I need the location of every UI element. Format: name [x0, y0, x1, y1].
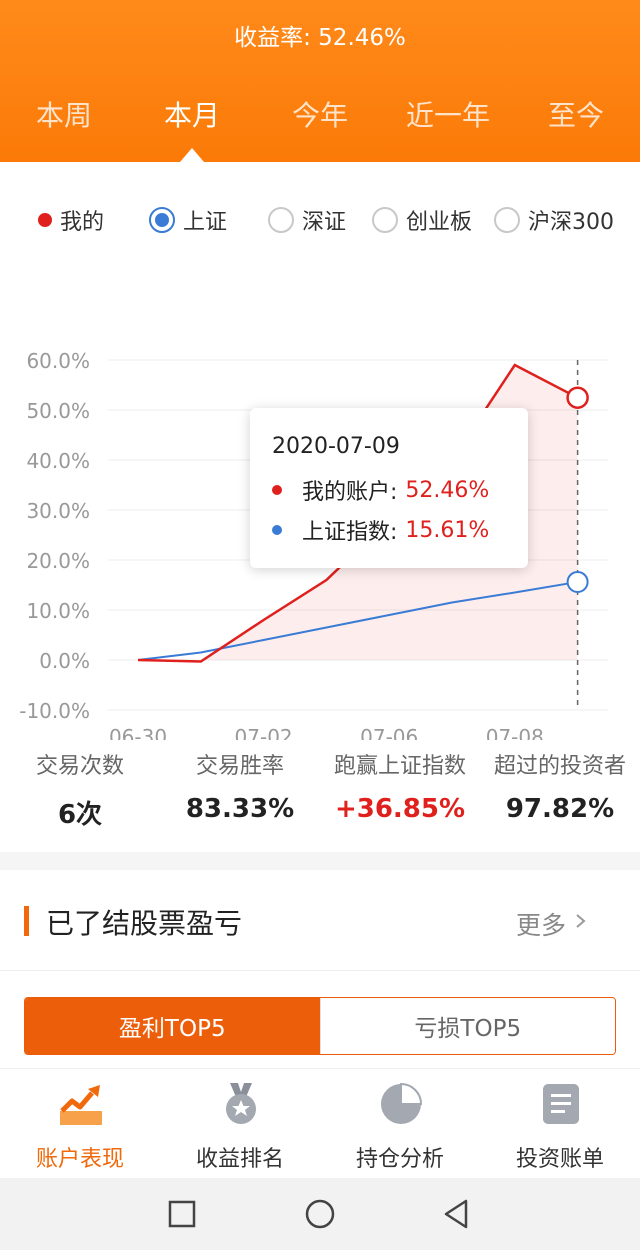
tooltip-date: 2020-07-09 — [272, 434, 400, 459]
legend-shenzhen[interactable]: 深证 — [268, 202, 346, 238]
document-icon — [543, 1084, 579, 1124]
chevron-right-icon — [576, 914, 586, 928]
tooltip-index-label: 上证指数: — [302, 520, 398, 545]
stat-beat-index: 跑赢上证指数 +36.85% — [320, 748, 480, 824]
return-rate: 收益率: 52.46% — [0, 18, 640, 52]
active-tab-indicator — [180, 148, 204, 162]
tooltip-mine-row: 我的账户: 52.46% — [272, 474, 489, 506]
stat-label: 超过的投资者 — [493, 754, 626, 779]
legend-mine[interactable]: 我的 — [38, 202, 104, 238]
stat-label: 交易胜率 — [195, 754, 284, 779]
return-rate-label: 收益率: — [234, 25, 311, 51]
x-tick-label: 07-06 — [360, 725, 418, 740]
index-point-marker — [566, 570, 589, 593]
stat-trade-count: 交易次数 6次 — [0, 748, 160, 831]
medal-icon — [226, 1083, 256, 1124]
x-tick-label: 07-08 — [486, 725, 544, 740]
stat-label: 交易次数 — [35, 754, 124, 779]
legend-chinext-label: 创业板 — [406, 210, 473, 235]
x-tick-label: 06-30 — [109, 725, 167, 740]
nav-label: 收益排名 — [195, 1147, 284, 1172]
radio-checked-icon — [149, 207, 175, 233]
y-tick-label: 60.0% — [26, 349, 90, 373]
legend-csi300-label: 沪深300 — [528, 210, 614, 235]
x-tick-label: 07-02 — [235, 725, 293, 740]
stat-value: 6次 — [57, 800, 103, 830]
y-tick-label: 50.0% — [26, 399, 90, 423]
stat-value: +36.85% — [334, 794, 466, 824]
closed-positions-card: 已了结股票盈亏 更多 盈利TOP5 亏损TOP5 — [0, 870, 640, 1070]
mine-point-marker — [566, 386, 589, 409]
blue-dot-icon — [272, 525, 282, 535]
tab-loss-top5[interactable]: 亏损TOP5 — [319, 998, 615, 1054]
nav-label: 投资账单 — [515, 1147, 604, 1172]
chart-legend: 我的 上证 深证 创业板 沪深300 — [0, 202, 640, 238]
tab-this-month[interactable]: 本月 — [128, 94, 256, 134]
tooltip-index-row: 上证指数: 15.61% — [272, 514, 489, 546]
legend-csi300[interactable]: 沪深300 — [494, 202, 614, 238]
tab-this-year[interactable]: 今年 — [256, 94, 384, 134]
nav-investment-bill[interactable]: 投资账单 — [480, 1069, 640, 1179]
y-tick-label: 0.0% — [39, 649, 90, 673]
stat-value: 97.82% — [505, 794, 615, 824]
chart-card: 我的 上证 深证 创业板 沪深300 60.0% 50.0% 40.0% 30.0% 2… — [0, 162, 640, 852]
divider — [0, 970, 640, 971]
profit-loss-toggle: 盈利TOP5 亏损TOP5 — [24, 997, 616, 1055]
nav-account-performance[interactable]: 账户表现 — [0, 1069, 160, 1179]
stat-label: 跑赢上证指数 — [333, 754, 466, 779]
chart-tooltip: 2020-07-09 我的账户: 52.46% 上证指数: 15.61% — [250, 408, 528, 568]
section-accent-bar — [24, 906, 29, 936]
return-rate-value: 52.46% — [318, 25, 406, 51]
y-tick-label: 40.0% — [26, 449, 90, 473]
legend-shenzhen-label: 深证 — [302, 210, 347, 235]
stat-beat-investors: 超过的投资者 97.82% — [480, 748, 640, 824]
system-nav-bar — [0, 1178, 640, 1250]
more-label: 更多 — [515, 911, 566, 940]
legend-mine-label: 我的 — [60, 210, 105, 235]
tab-profit-top5[interactable]: 盈利TOP5 — [25, 998, 320, 1054]
pie-chart-icon — [381, 1082, 423, 1124]
header: 收益率: 52.46% 本周 本月 今年 近一年 至今 — [0, 0, 640, 162]
red-dot-icon — [38, 213, 52, 227]
y-tick-label: -10.0% — [19, 699, 90, 723]
stat-value: 83.33% — [185, 794, 295, 824]
stats-row: 交易次数 6次 交易胜率 83.33% 跑赢上证指数 +36.85% 超过的投资… — [0, 748, 640, 831]
back-icon[interactable] — [438, 1196, 474, 1232]
legend-shanghai-label: 上证 — [183, 210, 228, 235]
bottom-nav: 账户表现 收益排名 持仓分析 投资账单 — [0, 1068, 640, 1178]
home-icon[interactable] — [302, 1196, 338, 1232]
nav-label: 账户表现 — [35, 1147, 124, 1172]
tab-this-week[interactable]: 本周 — [0, 94, 128, 134]
recent-apps-icon[interactable] — [164, 1196, 200, 1232]
tooltip-mine-label: 我的账户: — [302, 480, 398, 505]
radio-icon — [494, 207, 520, 233]
y-tick-label: 10.0% — [26, 599, 90, 623]
nav-position-analysis[interactable]: 持仓分析 — [320, 1069, 480, 1179]
tooltip-index-value: 15.61% — [405, 517, 490, 543]
period-tabs: 本周 本月 今年 近一年 至今 — [0, 94, 640, 134]
red-dot-icon — [272, 485, 282, 495]
nav-return-ranking[interactable]: 收益排名 — [160, 1069, 320, 1179]
radio-icon — [268, 207, 294, 233]
tooltip-mine-value: 52.46% — [405, 477, 490, 503]
stat-win-rate: 交易胜率 83.33% — [160, 748, 320, 824]
radio-icon — [372, 207, 398, 233]
nav-label: 持仓分析 — [355, 1147, 444, 1172]
legend-shanghai[interactable]: 上证 — [149, 202, 227, 238]
y-tick-label: 20.0% — [26, 549, 90, 573]
tab-to-date[interactable]: 至今 — [512, 94, 640, 134]
legend-chinext[interactable]: 创业板 — [372, 202, 472, 238]
section-title: 已了结股票盈亏 — [46, 907, 243, 940]
tab-last-year[interactable]: 近一年 — [384, 94, 512, 134]
trend-chart-icon — [60, 1085, 102, 1125]
y-tick-label: 30.0% — [26, 499, 90, 523]
